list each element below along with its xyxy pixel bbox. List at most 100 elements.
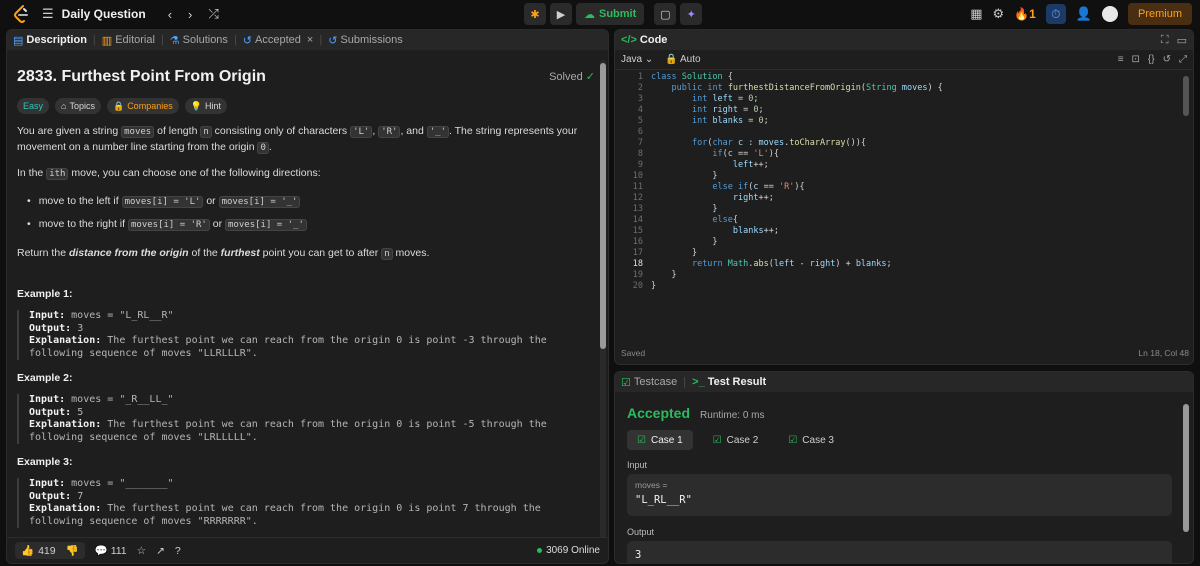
test-result-panel: ☑ Testcase | >_ Test Result Accepted Runti… bbox=[614, 371, 1194, 564]
save-status: Saved bbox=[621, 348, 646, 358]
tag-icon: ⌂ bbox=[61, 101, 67, 111]
cursor-position: Ln 18, Col 48 bbox=[1138, 348, 1189, 358]
top-nav: ☰ Daily Question ‹ › ⤮ ✱ ▶ ☁ Submit ▢ ✦ … bbox=[0, 0, 1200, 28]
like-button[interactable]: 👍 419 👎 bbox=[15, 542, 85, 559]
terminal-icon: >_ bbox=[692, 376, 705, 388]
reset-icon[interactable]: ↺ bbox=[1163, 54, 1171, 65]
maximize-icon[interactable]: ⛶ bbox=[1161, 34, 1169, 47]
solved-status: Solved ✓ bbox=[549, 71, 595, 83]
run-button[interactable]: ▶ bbox=[550, 3, 572, 25]
thumbs-up-icon: 👍 bbox=[21, 545, 35, 557]
history-icon: ↺ bbox=[242, 34, 253, 47]
close-tab-icon[interactable]: × bbox=[307, 34, 313, 46]
code-scrollbar[interactable] bbox=[1183, 76, 1189, 116]
braces-icon[interactable]: {} bbox=[1148, 54, 1155, 65]
favorite-star-icon[interactable]: ☆ bbox=[137, 545, 146, 557]
cloud-upload-icon: ☁ bbox=[584, 8, 595, 21]
flask-icon: ⚗ bbox=[169, 34, 180, 47]
check-icon: ☑ bbox=[788, 434, 798, 446]
code-lines[interactable]: class Solution { public int furthestDist… bbox=[651, 72, 943, 292]
bookmark-icon[interactable]: ⊡ bbox=[1132, 54, 1140, 65]
list-item: move to the left if moves[i] = 'L' or mo… bbox=[27, 190, 595, 213]
settings-gear-icon[interactable]: ⚙ bbox=[993, 6, 1005, 22]
problem-paragraph-3: Return the distance from the origin of t… bbox=[17, 247, 430, 260]
result-tab-bar: ☑ Testcase | >_ Test Result bbox=[615, 372, 1193, 392]
fire-icon: 🔥 bbox=[1014, 7, 1030, 21]
share-icon[interactable]: ↗ bbox=[156, 545, 165, 557]
description-panel: ▤ Description | ▥ Editorial | ⚗ Solutions |… bbox=[6, 29, 609, 564]
avatar[interactable] bbox=[1101, 6, 1118, 22]
check-icon: ☑ bbox=[637, 434, 646, 446]
output-label: Output bbox=[627, 527, 655, 537]
tab-solutions[interactable]: ⚗ Solutions bbox=[170, 34, 228, 47]
fullscreen-icon[interactable]: ⤢ bbox=[1179, 54, 1187, 65]
tag-row: Easy ⌂ Topics 🔒 Companies 💡 Hint bbox=[17, 98, 595, 114]
list-item: move to the right if moves[i] = 'R' or m… bbox=[27, 213, 595, 236]
help-icon[interactable]: ? bbox=[175, 545, 181, 557]
document-icon: ▤ bbox=[13, 34, 24, 47]
layout-icon[interactable]: ▦ bbox=[970, 6, 982, 22]
description-footer: 👍 419 👎 💬 111 ☆ ↗ ? 3069 Online bbox=[7, 537, 608, 563]
input-key: moves = bbox=[635, 480, 668, 490]
debug-button[interactable]: ✱ bbox=[524, 3, 546, 25]
companies-tag[interactable]: 🔒 Companies bbox=[106, 98, 179, 114]
description-scrollbar-thumb[interactable] bbox=[600, 63, 606, 349]
input-box: moves = "L_RL__R" bbox=[627, 474, 1172, 516]
problem-title[interactable]: 2833. Furthest Point From Origin bbox=[17, 68, 595, 86]
direction-list: move to the left if moves[i] = 'L' or mo… bbox=[17, 190, 595, 236]
case-tab-1[interactable]: ☑ Case 1 bbox=[627, 430, 693, 450]
tab-code[interactable]: </> Code bbox=[621, 34, 667, 46]
ai-assistant-button[interactable]: ✦ bbox=[680, 3, 703, 25]
output-box: 3 bbox=[627, 541, 1172, 563]
streak-counter[interactable]: 🔥1 bbox=[1014, 7, 1036, 21]
code-status-bar: Saved Ln 18, Col 48 bbox=[615, 342, 1193, 364]
lock-icon: 🔒 bbox=[112, 100, 125, 111]
code-icon: </> bbox=[621, 34, 637, 46]
add-friend-icon[interactable]: 👤 bbox=[1076, 6, 1092, 22]
input-label: Input bbox=[627, 460, 648, 470]
book-icon: ▥ bbox=[101, 34, 113, 47]
verdict-row: Accepted Runtime: 0 ms bbox=[627, 405, 765, 421]
tab-description[interactable]: ▤ Description bbox=[13, 34, 87, 47]
tab-test-result[interactable]: >_ Test Result bbox=[692, 376, 766, 388]
lock-icon: 🔒 bbox=[665, 54, 678, 65]
tab-submissions[interactable]: ↺ Submissions bbox=[328, 34, 403, 47]
hint-tag[interactable]: 💡 Hint bbox=[184, 98, 227, 114]
tab-editorial[interactable]: ▥ Editorial bbox=[102, 34, 155, 47]
verdict-status: Accepted bbox=[627, 405, 691, 421]
history-icon: ↺ bbox=[328, 34, 338, 47]
format-icon[interactable]: ≡ bbox=[1118, 54, 1124, 65]
problem-description: 2833. Furthest Point From Origin Solved … bbox=[17, 60, 595, 528]
example-3: Example 3: Input: moves = "_______" Outp… bbox=[17, 456, 595, 528]
case-tab-3[interactable]: ☑ Case 3 bbox=[778, 430, 844, 450]
premium-button[interactable]: Premium bbox=[1127, 3, 1192, 25]
line-numbers: 1 2 3 4 5 6 7 8 9 10 11 12 13 14 15 16 17 18 19 20 bbox=[632, 72, 643, 291]
daily-question-link[interactable]: Daily Question bbox=[62, 7, 146, 21]
notes-button[interactable]: ▢ bbox=[654, 3, 677, 25]
tab-accepted[interactable]: ↺ Accepted × bbox=[243, 34, 314, 47]
case-tabs: ☑ Case 1 ☑ Case 2 ☑ Case 3 bbox=[627, 430, 844, 450]
leetcode-logo-icon[interactable] bbox=[12, 4, 30, 24]
tab-testcase[interactable]: ☑ Testcase bbox=[621, 376, 677, 389]
submit-button[interactable]: ☁ Submit bbox=[576, 3, 645, 25]
code-editor[interactable]: 1 2 3 4 5 6 7 8 9 10 11 12 13 14 15 16 17 18 19 20 class So… bbox=[615, 72, 1193, 342]
collapse-icon[interactable]: ▭ bbox=[1177, 34, 1187, 47]
shuffle-icon[interactable]: ⤮ bbox=[208, 6, 218, 22]
thumbs-down-icon[interactable]: 👎 bbox=[66, 544, 79, 557]
language-select[interactable]: Java ⌄ bbox=[621, 54, 653, 65]
timer-icon[interactable]: ⏱ bbox=[1045, 4, 1066, 24]
comments-button[interactable]: 💬 111 bbox=[95, 544, 127, 557]
chevron-down-icon: ⌄ bbox=[644, 54, 654, 65]
example-2: Example 2: Input: moves = "_R__LL_" Outp… bbox=[17, 372, 595, 444]
auto-mode-toggle[interactable]: 🔒 Auto bbox=[665, 54, 700, 65]
runtime-value: Runtime: 0 ms bbox=[700, 410, 765, 421]
checkbox-icon: ☑ bbox=[621, 376, 631, 389]
case-tab-2[interactable]: ☑ Case 2 bbox=[703, 430, 769, 450]
problem-paragraph-2: In the ith move, you can choose one of t… bbox=[17, 167, 321, 180]
problem-list-icon[interactable]: ☰ bbox=[42, 6, 54, 22]
result-scrollbar[interactable] bbox=[1183, 404, 1189, 532]
prev-problem-icon[interactable]: ‹ bbox=[168, 7, 172, 22]
next-problem-icon[interactable]: › bbox=[188, 7, 192, 22]
code-toolbar: Java ⌄ 🔒 Auto ≡ ⊡ {} ↺ ⤢ bbox=[615, 50, 1193, 70]
topics-tag[interactable]: ⌂ Topics bbox=[55, 98, 101, 114]
